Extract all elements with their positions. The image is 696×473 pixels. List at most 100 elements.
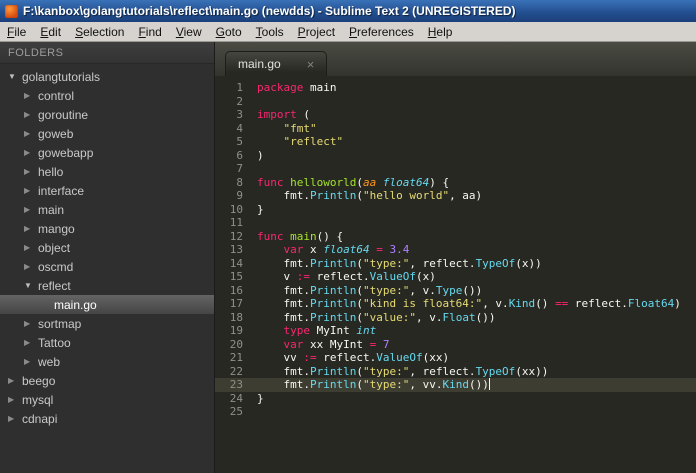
tab-close-icon[interactable]: ×	[307, 58, 315, 71]
line-content: "reflect"	[283, 135, 344, 148]
line-content: package main	[257, 81, 337, 94]
chevron-right-icon[interactable]: ▶	[24, 186, 38, 195]
tree-folder-main[interactable]: ▶ main	[0, 200, 214, 219]
code-line-19[interactable]: 19 type MyInt int	[215, 324, 696, 338]
code-line-20[interactable]: 20 var xx MyInt = 7	[215, 338, 696, 352]
chevron-right-icon[interactable]: ▶	[8, 414, 22, 423]
menu-item-project[interactable]: Project	[291, 22, 342, 41]
code-line-6[interactable]: 6)	[215, 149, 696, 163]
line-content: "fmt"	[283, 121, 317, 135]
line-number: 25	[229, 405, 243, 418]
chevron-right-icon[interactable]: ▶	[24, 243, 38, 252]
chevron-right-icon[interactable]: ▶	[24, 338, 38, 347]
tree-item-label: oscmd	[38, 259, 74, 274]
menu-item-tools[interactable]: Tools	[249, 22, 291, 41]
tab-main.go[interactable]: main.go ×	[225, 51, 328, 76]
code-line-11[interactable]: 11	[215, 216, 696, 230]
titlebar: F:\kanbox\golangtutorials\reflect\main.g…	[0, 0, 696, 22]
app-icon[interactable]	[5, 4, 18, 18]
code-line-25[interactable]: 25	[215, 405, 696, 419]
line-number: 9	[236, 189, 243, 202]
line-number: 2	[236, 94, 243, 108]
chevron-right-icon[interactable]: ▶	[24, 148, 38, 157]
tree-item-label: Tattoo	[38, 335, 71, 350]
tree-folder-mango[interactable]: ▶ mango	[0, 219, 214, 238]
menu-item-help[interactable]: Help	[421, 22, 460, 41]
code-line-24[interactable]: 24}	[215, 392, 696, 406]
code-line-18[interactable]: 18 fmt.Println("value:", v.Float())	[215, 311, 696, 325]
tree-item-label: goweb	[38, 126, 74, 141]
chevron-right-icon[interactable]: ▶	[8, 376, 22, 385]
code-area[interactable]: 1 package main 2 3 import (4 "fmt" 5 "reflect…	[215, 76, 696, 473]
tree-folder-interface[interactable]: ▶ interface	[0, 181, 214, 200]
chevron-right-icon[interactable]: ▶	[24, 129, 38, 138]
code-line-13[interactable]: 13 var x float64 = 3.4	[215, 243, 696, 257]
line-content: fmt.Println("type:", v.Type())	[257, 283, 483, 297]
menu-item-file[interactable]: File	[0, 22, 33, 41]
menu-item-find[interactable]: Find	[131, 22, 168, 41]
menu-item-preferences[interactable]: Preferences	[342, 22, 421, 41]
chevron-right-icon[interactable]: ▶	[24, 167, 38, 176]
chevron-down-icon[interactable]: ▼	[24, 281, 38, 290]
code-line-1[interactable]: 1 package main	[215, 81, 696, 95]
code-line-14[interactable]: 14 fmt.Println("type:", reflect.TypeOf(x…	[215, 257, 696, 271]
tree-folder-golangtutorials[interactable]: ▼ golangtutorials	[0, 67, 214, 86]
code-line-17[interactable]: 17 fmt.Println("kind is float64:", v.Kin…	[215, 297, 696, 311]
code-line-15[interactable]: 15 v := reflect.ValueOf(x)	[215, 270, 696, 284]
code-line-7[interactable]: 7	[215, 162, 696, 176]
line-number: 10	[229, 202, 243, 216]
line-number: 20	[229, 337, 243, 351]
code-line-2[interactable]: 2	[215, 95, 696, 109]
tree-item-label: goroutine	[38, 107, 89, 122]
line-content: var x float64 = 3.4	[283, 243, 410, 256]
chevron-down-icon[interactable]: ▼	[8, 72, 22, 81]
tree-folder-hello[interactable]: ▶ hello	[0, 162, 214, 181]
code-line-9[interactable]: 9 fmt.Println("hello world", aa)	[215, 189, 696, 203]
tree-folder-reflect[interactable]: ▼ reflect	[0, 276, 214, 295]
tree-folder-control[interactable]: ▶ control	[0, 86, 214, 105]
code-line-16[interactable]: 16 fmt.Println("type:", v.Type())	[215, 284, 696, 298]
chevron-right-icon[interactable]: ▶	[24, 110, 38, 119]
tree-item-label: interface	[38, 183, 85, 198]
code-line-5[interactable]: 5 "reflect"	[215, 135, 696, 149]
tree-folder-mysql[interactable]: ▶ mysql	[0, 390, 214, 409]
chevron-right-icon[interactable]: ▶	[24, 224, 38, 233]
line-number: 18	[229, 310, 243, 324]
chevron-right-icon[interactable]: ▶	[24, 319, 38, 328]
tree-folder-object[interactable]: ▶ object	[0, 238, 214, 257]
code-line-22[interactable]: 22 fmt.Println("type:", reflect.TypeOf(x…	[215, 365, 696, 379]
code-line-8[interactable]: 8 func helloworld(aa float64) {	[215, 176, 696, 190]
tree-folder-gowebapp[interactable]: ▶ gowebapp	[0, 143, 214, 162]
chevron-right-icon[interactable]: ▶	[8, 395, 22, 404]
tree-folder-cdnapi[interactable]: ▶ cdnapi	[0, 409, 214, 428]
code-line-3[interactable]: 3 import (	[215, 108, 696, 122]
code-line-12[interactable]: 12 func main() {	[215, 230, 696, 244]
tree-folder-oscmd[interactable]: ▶ oscmd	[0, 257, 214, 276]
tree-folder-goroutine[interactable]: ▶ goroutine	[0, 105, 214, 124]
menu-item-view[interactable]: View	[169, 22, 209, 41]
chevron-right-icon[interactable]: ▶	[24, 357, 38, 366]
tree-folder-tattoo[interactable]: ▶ Tattoo	[0, 333, 214, 352]
line-content: fmt.Println("kind is float64:", v.Kind()…	[257, 297, 681, 310]
line-number: 12	[229, 229, 243, 243]
line-content: var xx MyInt = 7	[283, 337, 390, 351]
chevron-right-icon[interactable]: ▶	[24, 205, 38, 214]
line-content: }	[257, 391, 264, 405]
line-number: 22	[229, 364, 243, 378]
code-line-4[interactable]: 4 "fmt"	[215, 122, 696, 136]
tree-folder-beego[interactable]: ▶ beego	[0, 371, 214, 390]
tree-file-main.go[interactable]: main.go	[0, 295, 214, 314]
line-content: fmt.Println("type:", reflect.TypeOf(xx))	[257, 364, 549, 378]
tree-folder-web[interactable]: ▶ web	[0, 352, 214, 371]
menu-item-selection[interactable]: Selection	[68, 22, 131, 41]
chevron-right-icon[interactable]: ▶	[24, 91, 38, 100]
code-line-21[interactable]: 21 vv := reflect.ValueOf(xx)	[215, 351, 696, 365]
code-line-23[interactable]: 23 fmt.Println("type:", vv.Kind())	[215, 378, 696, 392]
tree-folder-sortmap[interactable]: ▶ sortmap	[0, 314, 214, 333]
line-content: fmt.Println("value:", v.Float())	[257, 310, 496, 324]
tree-folder-goweb[interactable]: ▶ goweb	[0, 124, 214, 143]
chevron-right-icon[interactable]: ▶	[24, 262, 38, 271]
code-line-10[interactable]: 10}	[215, 203, 696, 217]
menu-item-goto[interactable]: Goto	[209, 22, 249, 41]
menu-item-edit[interactable]: Edit	[33, 22, 68, 41]
